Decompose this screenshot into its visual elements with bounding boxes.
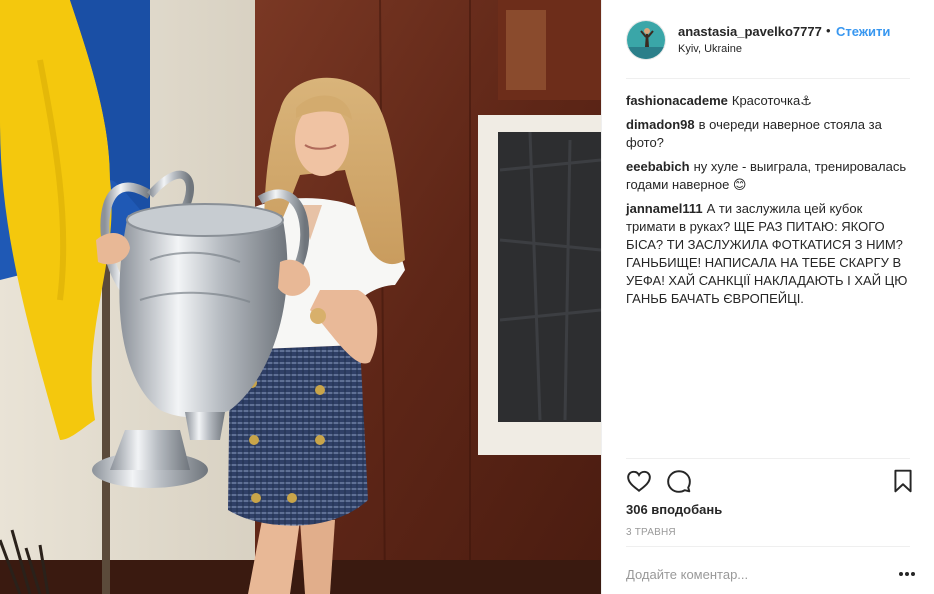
header-separator: • <box>826 23 831 38</box>
post-header: anastasia_pavelko7777 • Стежити Kyiv, Uk… <box>602 0 934 78</box>
footer-divider <box>626 546 910 547</box>
post-photo[interactable] <box>0 0 601 594</box>
header-divider <box>626 78 910 79</box>
comment-text: А ти заслужила цей кубок тримати в руках… <box>626 201 908 306</box>
comment-author[interactable]: fashionacademe <box>626 93 728 108</box>
comment-author[interactable]: dimadon98 <box>626 117 695 132</box>
add-comment-input[interactable] <box>626 560 886 588</box>
post-location[interactable]: Kyiv, Ukraine <box>678 43 742 55</box>
comment-author[interactable]: eeebabich <box>626 159 690 174</box>
comment-list: fashionacademe Красоточка⚓ dimadon98 в оче… <box>626 92 914 314</box>
speech-bubble-icon <box>667 470 691 493</box>
comment-item: fashionacademe Красоточка⚓ <box>626 92 914 110</box>
post-sidebar: anastasia_pavelko7777 • Стежити Kyiv, Uk… <box>601 0 934 594</box>
heart-outline-icon <box>627 470 651 492</box>
bookmark-icon <box>894 469 912 493</box>
comment-item: dimadon98 в очереди наверное стояла за фо… <box>626 116 914 152</box>
like-button[interactable] <box>626 468 652 494</box>
avatar[interactable] <box>626 20 666 60</box>
comment-button[interactable] <box>666 468 692 494</box>
more-options-button[interactable] <box>898 566 916 582</box>
ellipsis-icon <box>899 572 915 576</box>
comment-text: Красоточка⚓ <box>731 93 812 108</box>
avatar-image <box>627 21 665 59</box>
comment-author[interactable]: jannamel111 <box>626 201 703 216</box>
like-count[interactable]: 306 вподобань <box>626 502 722 517</box>
post-date[interactable]: 3 ТРАВНЯ <box>626 527 676 538</box>
photo-illustration <box>0 0 601 594</box>
instagram-post: anastasia_pavelko7777 • Стежити Kyiv, Uk… <box>0 0 934 594</box>
comment-item: eeebabich ну хуле - выиграла, тренировала… <box>626 158 914 194</box>
comment-item: jannamel111 А ти заслужила цей кубок трим… <box>626 200 914 308</box>
post-username[interactable]: anastasia_pavelko7777 <box>678 24 822 39</box>
follow-button[interactable]: Стежити <box>836 24 890 39</box>
comments-divider <box>626 458 910 459</box>
action-bar <box>626 468 914 494</box>
save-button[interactable] <box>890 468 916 494</box>
